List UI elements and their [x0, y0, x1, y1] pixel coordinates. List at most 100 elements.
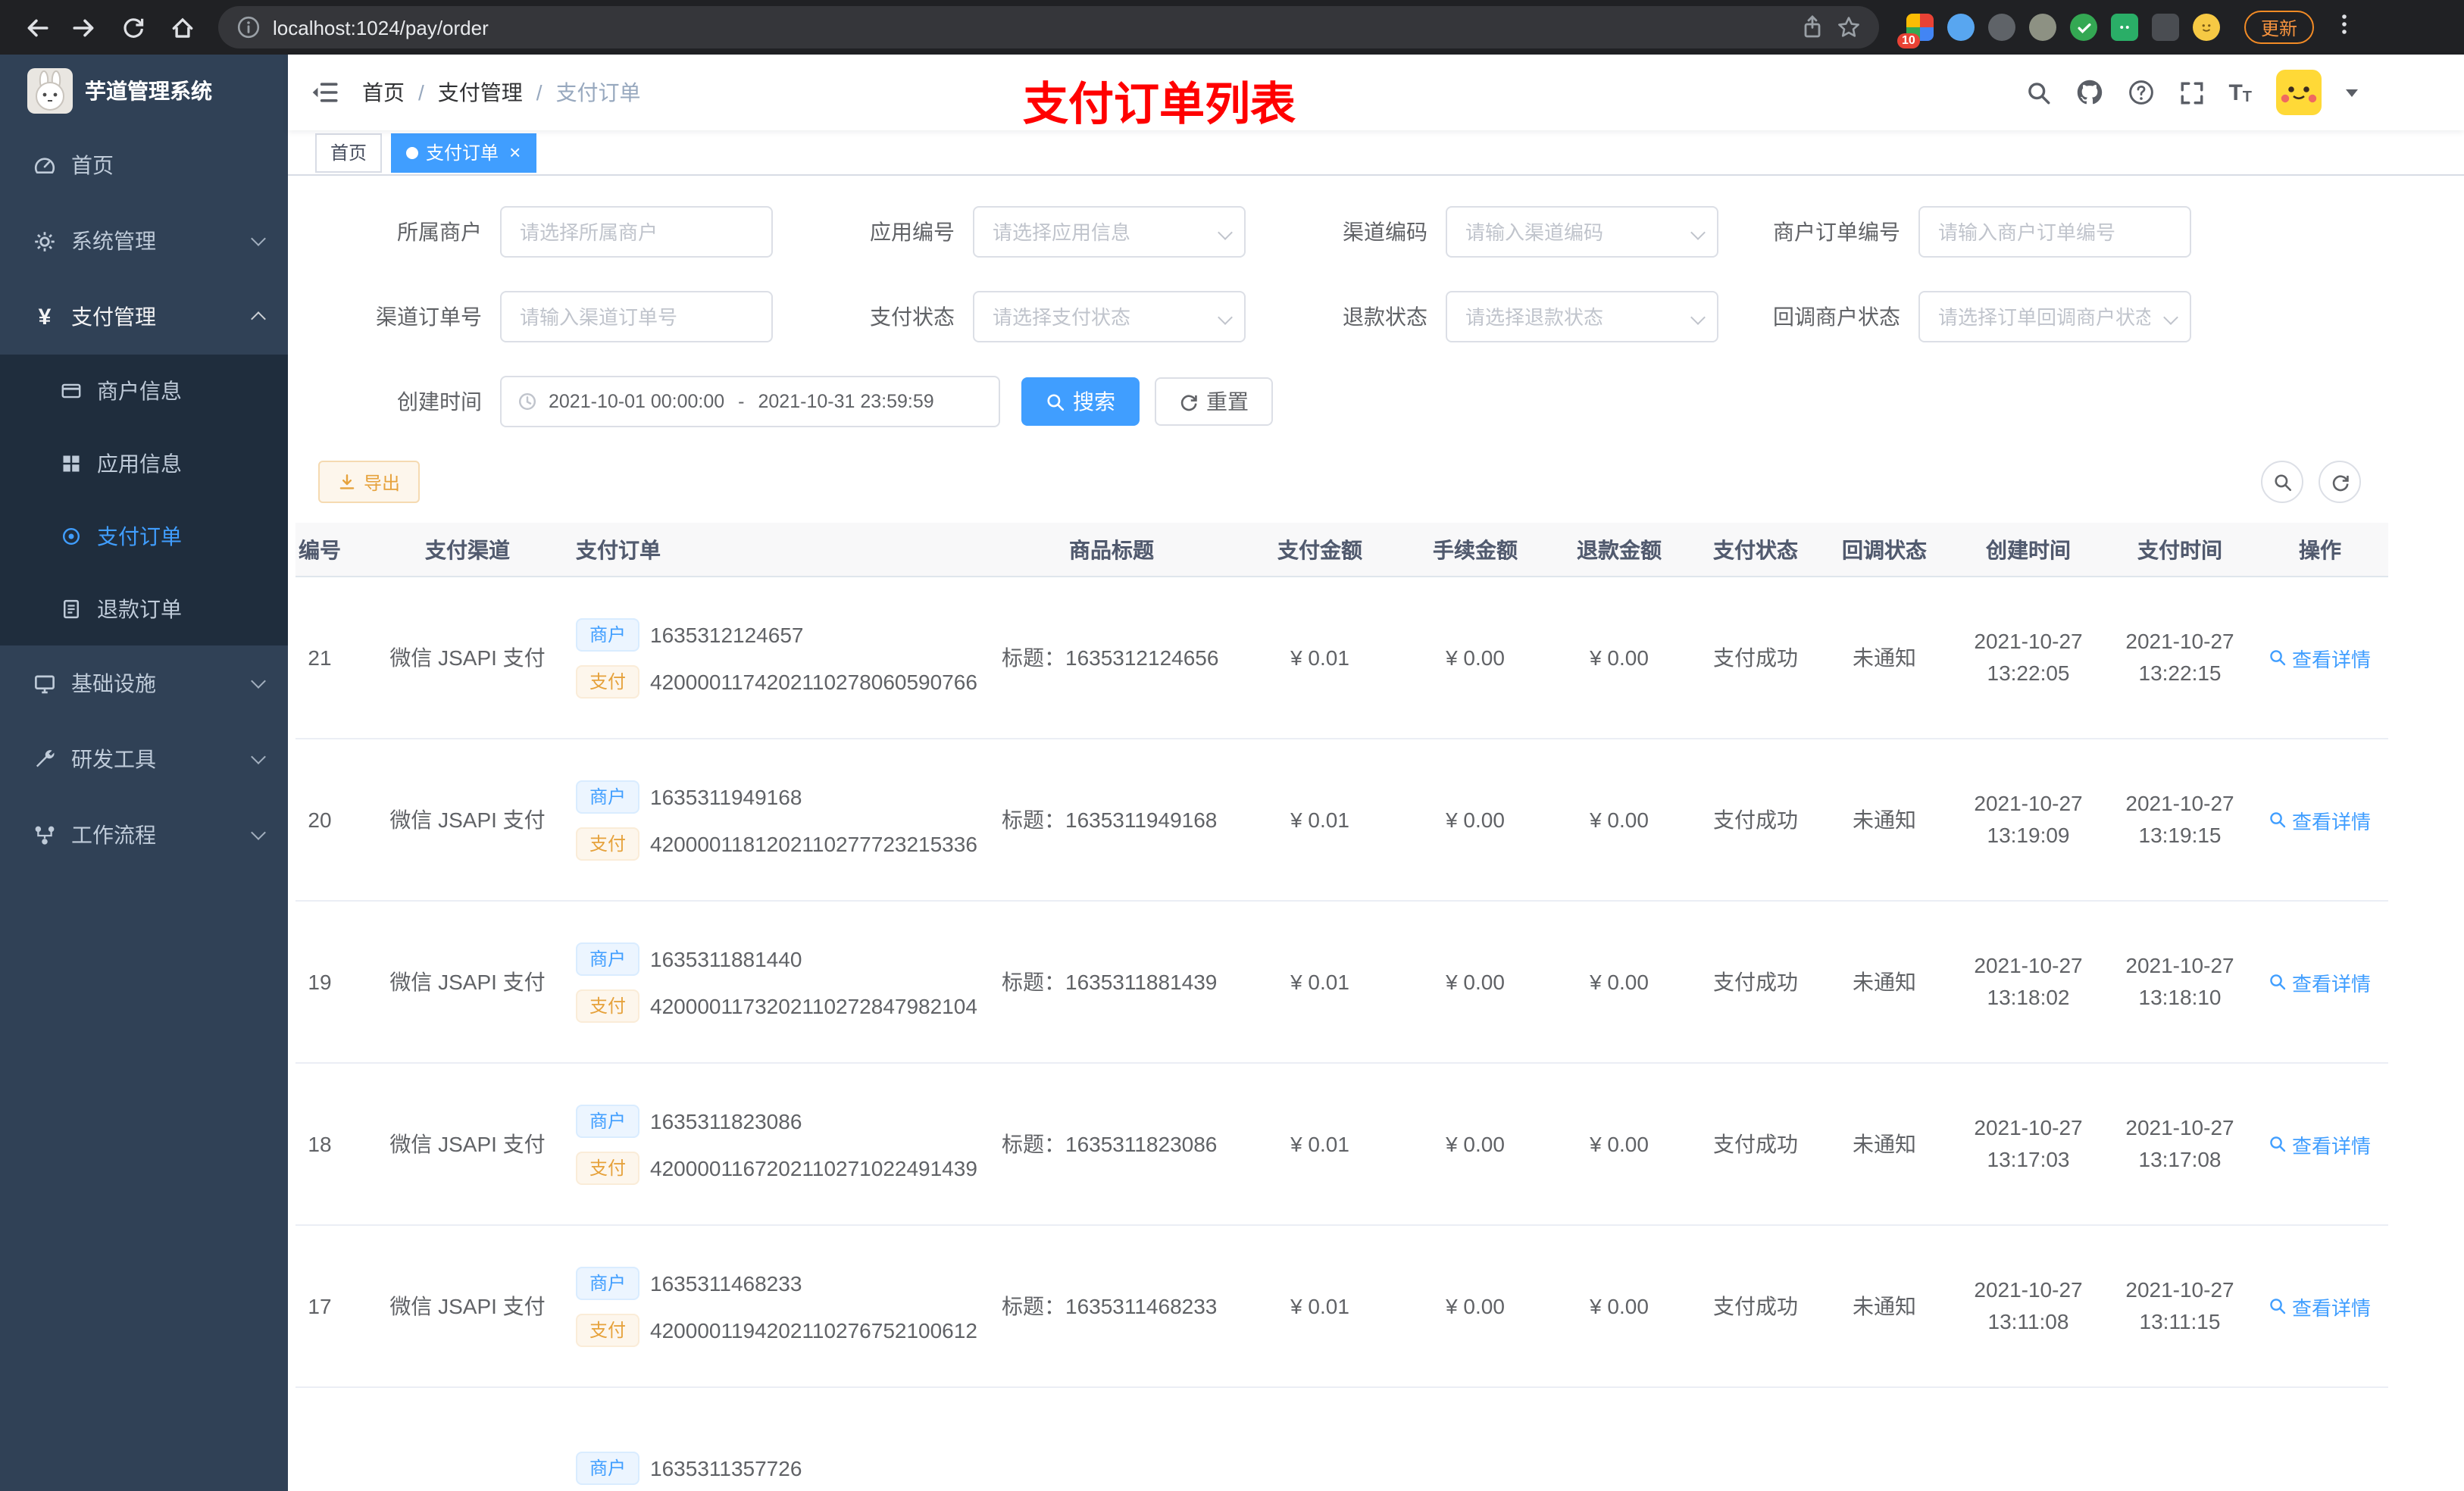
search-button[interactable]: 搜索: [1021, 377, 1140, 426]
toggle-search-button[interactable]: [2261, 461, 2303, 503]
back-button[interactable]: [15, 6, 58, 48]
app-no-select[interactable]: [973, 206, 1246, 258]
extension-icon[interactable]: [2111, 14, 2138, 41]
filter-label: 渠道订单号: [376, 305, 482, 329]
tab-label: 首页: [330, 142, 367, 164]
view-detail-link[interactable]: 查看详情: [2269, 1292, 2371, 1321]
reset-button[interactable]: 重置: [1155, 377, 1273, 426]
cell-id: 21: [308, 645, 332, 670]
help-icon[interactable]: [2127, 79, 2154, 106]
create-date: 2021-10-27: [1974, 1115, 2083, 1139]
cell-title: 标题：1635311823086: [1002, 1132, 1218, 1156]
cell-pay-time: 2021-10-27 13:18:10: [2108, 950, 2252, 1014]
refund-status-input[interactable]: [1447, 292, 1717, 341]
tab-pay-order[interactable]: 支付订单 ×: [391, 133, 536, 172]
cell-fee: ¥ 0.00: [1446, 645, 1505, 670]
merchant-order-line: 商户 1635312124657: [576, 617, 979, 651]
notify-status-input[interactable]: [1920, 292, 2190, 341]
table-row: 18 微信 JSAPI 支付 商户 1635311823086 支付 42000…: [295, 1064, 2388, 1226]
pay-status-input[interactable]: [974, 292, 1244, 341]
font-size-icon[interactable]: TT: [2228, 80, 2252, 105]
bookmark-star-icon[interactable]: [1837, 15, 1861, 39]
merchant-input[interactable]: [502, 208, 771, 256]
pay-order-no: 4200001194202110276752100612: [650, 1318, 977, 1342]
close-icon[interactable]: ×: [509, 142, 521, 162]
merchant-order-no-input[interactable]: [1920, 208, 2190, 256]
browser-menu-icon[interactable]: [2332, 11, 2356, 43]
cell-fee: ¥ 0.00: [1446, 970, 1505, 994]
view-detail-link[interactable]: 查看详情: [2269, 643, 2371, 672]
tab-home[interactable]: 首页: [315, 133, 383, 172]
view-detail-link[interactable]: 查看详情: [2269, 805, 2371, 834]
breadcrumb-pay-mgmt[interactable]: 支付管理: [438, 77, 523, 108]
cell-pay-order: 商户 1635311357726: [555, 1452, 987, 1485]
cell-action: 查看详情: [2252, 1130, 2388, 1158]
forward-button[interactable]: [64, 6, 106, 48]
sidebar-item-dev-tools[interactable]: 研发工具: [0, 721, 288, 797]
date-start[interactable]: 2021-10-01 00:00:00: [549, 391, 724, 412]
extension-icon[interactable]: [1947, 14, 1975, 41]
date-end[interactable]: 2021-10-31 23:59:59: [758, 391, 934, 412]
site-info-icon[interactable]: [236, 15, 261, 39]
sidebar-item-system[interactable]: 系统管理: [0, 203, 288, 279]
filter-label: 回调商户状态: [1773, 305, 1900, 329]
profile-avatar-icon[interactable]: [2193, 14, 2220, 41]
channel-order-no-input[interactable]: [502, 292, 771, 341]
sidebar-item-workflow[interactable]: 工作流程: [0, 797, 288, 873]
channel-code-input[interactable]: [1447, 208, 1717, 256]
merchant-tag: 商户: [576, 617, 640, 651]
create-time-range-picker[interactable]: 2021-10-01 00:00:00 - 2021-10-31 23:59:5…: [500, 376, 1000, 427]
top-navbar: 首页 / 支付管理 / 支付订单 支付订单列表 TT: [288, 55, 2464, 130]
cell-title: 标题：1635311881439: [1002, 970, 1218, 994]
cell-refund: ¥ 0.00: [1590, 970, 1649, 994]
sidebar-item-pay-order[interactable]: 支付订单: [0, 500, 288, 573]
sidebar-item-refund-order[interactable]: 退款订单: [0, 573, 288, 645]
pay-status-select[interactable]: [973, 291, 1246, 342]
breadcrumb: 首页 / 支付管理 / 支付订单: [362, 77, 641, 108]
refund-status-select[interactable]: [1446, 291, 1718, 342]
extension-icon[interactable]: [2070, 14, 2097, 41]
export-button[interactable]: 导出: [318, 461, 421, 503]
fullscreen-icon[interactable]: [2178, 80, 2204, 105]
refresh-table-button[interactable]: [2319, 461, 2361, 503]
sidebar-item-label: 基础设施: [71, 671, 156, 695]
search-icon[interactable]: [2025, 80, 2051, 105]
sidebar-item-label: 应用信息: [97, 452, 182, 476]
sidebar-item-merchant-info[interactable]: 商户信息: [0, 355, 288, 427]
cell-amount: ¥ 0.01: [1290, 1132, 1349, 1156]
github-icon[interactable]: [2075, 79, 2103, 106]
notify-status-select[interactable]: [1918, 291, 2191, 342]
channel-code-select[interactable]: [1446, 206, 1718, 258]
reload-button[interactable]: [112, 6, 155, 48]
sidebar-item-app-info[interactable]: 应用信息: [0, 427, 288, 500]
url-bar[interactable]: localhost:1024/pay/order: [218, 6, 1879, 48]
logo-avatar: [27, 68, 73, 114]
merchant-order-no-input-wrap[interactable]: [1918, 206, 2191, 258]
view-detail-link[interactable]: 查看详情: [2269, 1130, 2371, 1158]
channel-order-no-input-wrap[interactable]: [500, 291, 773, 342]
user-avatar[interactable]: [2276, 70, 2322, 115]
filter-label: 商户订单编号: [1773, 220, 1900, 244]
sidebar-item-label: 退款订单: [97, 597, 182, 621]
extension-icon[interactable]: [2152, 14, 2179, 41]
merchant-select[interactable]: [500, 206, 773, 258]
app-no-input[interactable]: [974, 208, 1244, 256]
sidebar-item-payment[interactable]: ¥ 支付管理: [0, 279, 288, 355]
extension-icon[interactable]: [1988, 14, 2015, 41]
search-icon: [2272, 472, 2292, 492]
filter-label: 所属商户: [397, 220, 482, 244]
date-separator: -: [738, 391, 745, 412]
cell-id: 18: [308, 1132, 332, 1156]
sidebar-item-home[interactable]: 首页: [0, 127, 288, 203]
browser-update-button[interactable]: 更新: [2244, 11, 2315, 44]
sidebar-item-infrastructure[interactable]: 基础设施: [0, 645, 288, 721]
extension-icon[interactable]: 10: [1897, 14, 1934, 48]
breadcrumb-home[interactable]: 首页: [362, 77, 405, 108]
hamburger-fold-icon[interactable]: [311, 79, 338, 106]
extension-icon[interactable]: [2029, 14, 2056, 41]
share-icon[interactable]: [1800, 15, 1825, 39]
view-detail-link[interactable]: 查看详情: [2269, 967, 2371, 996]
caret-down-icon[interactable]: [2346, 89, 2358, 96]
cell-amount: ¥ 0.01: [1290, 970, 1349, 994]
home-button[interactable]: [161, 6, 203, 48]
